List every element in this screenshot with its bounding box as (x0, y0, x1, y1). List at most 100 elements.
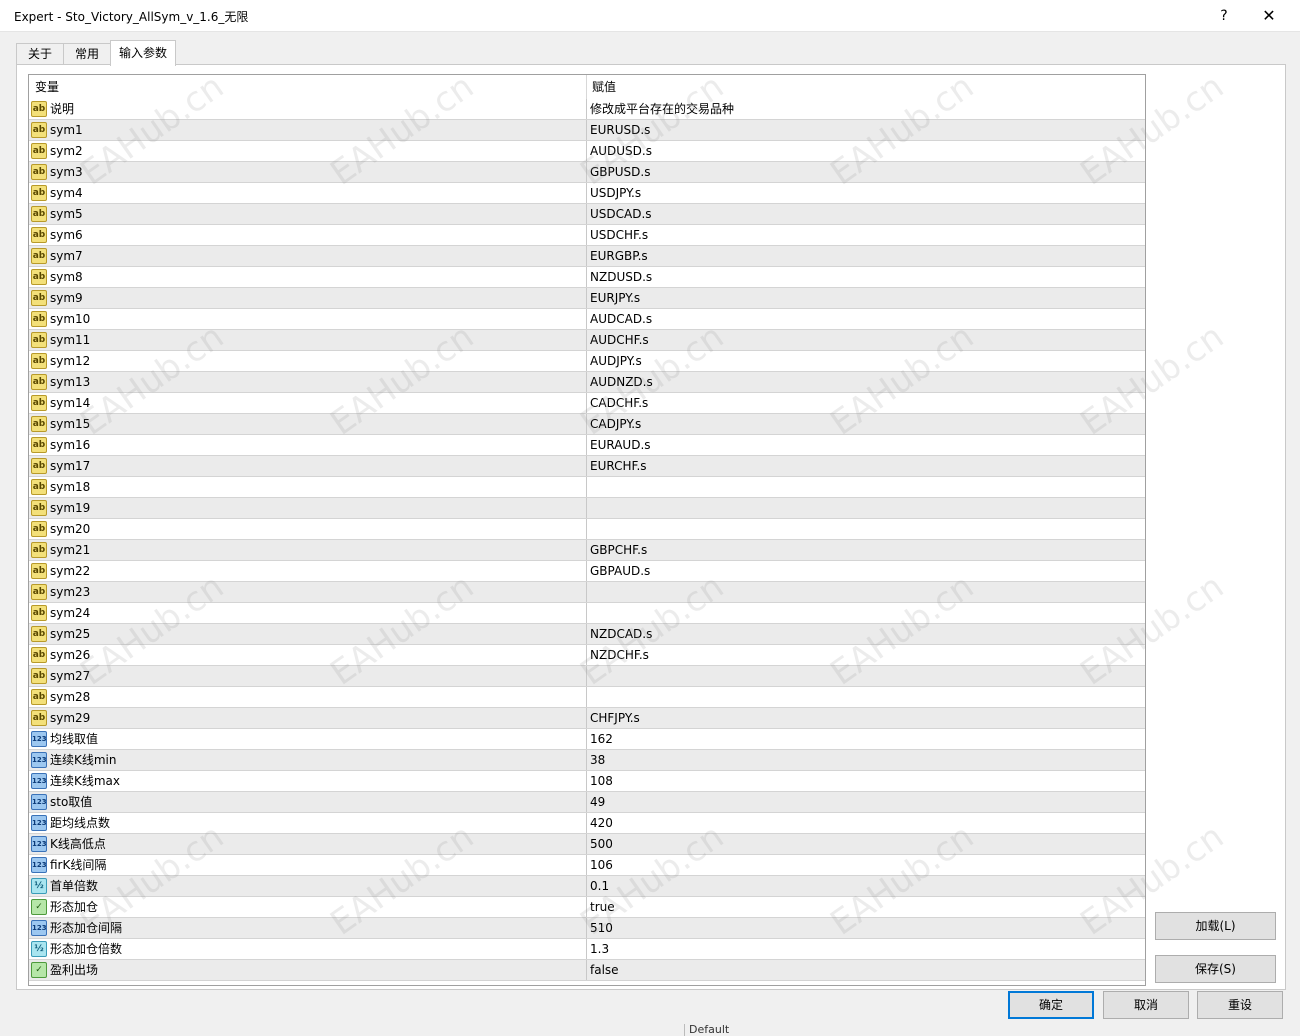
param-row[interactable]: ab sym18 (29, 477, 1145, 498)
param-row[interactable]: ab sym23 (29, 582, 1145, 603)
param-row[interactable]: ✓ 盈利出场 false (29, 960, 1145, 981)
param-name: sym23 (50, 585, 91, 599)
param-row[interactable]: ab sym19 (29, 498, 1145, 519)
close-button[interactable]: ✕ (1254, 4, 1284, 28)
ok-button[interactable]: 确定 (1008, 991, 1094, 1019)
cell-divider (586, 708, 587, 728)
param-row[interactable]: 123 firK线间隔 106 (29, 855, 1145, 876)
tab-about[interactable]: 关于 (16, 43, 64, 65)
param-value[interactable]: AUDJPY.s (590, 351, 642, 371)
tab-inputs[interactable]: 输入参数 (110, 40, 176, 66)
param-row[interactable]: ab sym26 NZDCHF.s (29, 645, 1145, 666)
param-row[interactable]: ½ 形态加仓倍数 1.3 (29, 939, 1145, 960)
param-row[interactable]: ab sym12 AUDJPY.s (29, 351, 1145, 372)
param-row[interactable]: ½ 首单倍数 0.1 (29, 876, 1145, 897)
param-row[interactable]: 123 距均线点数 420 (29, 813, 1145, 834)
param-row[interactable]: ab sym8 NZDUSD.s (29, 267, 1145, 288)
param-name: 形态加仓倍数 (50, 942, 123, 956)
param-value[interactable]: EURGBP.s (590, 246, 648, 266)
param-row[interactable]: 123 形态加仓间隔 510 (29, 918, 1145, 939)
param-value[interactable]: GBPUSD.s (590, 162, 650, 182)
param-value[interactable]: GBPAUD.s (590, 561, 650, 581)
param-row[interactable]: ab sym11 AUDCHF.s (29, 330, 1145, 351)
integer-param-icon: 123 (31, 731, 47, 747)
param-value[interactable]: CADCHF.s (590, 393, 648, 413)
reset-button[interactable]: 重设 (1197, 991, 1283, 1019)
param-value[interactable]: 1.3 (590, 939, 609, 959)
column-header-value[interactable]: 赋值 (592, 75, 616, 99)
param-row[interactable]: 123 K线高低点 500 (29, 834, 1145, 855)
param-row[interactable]: ab sym28 (29, 687, 1145, 708)
param-name: sym21 (50, 543, 91, 557)
param-row[interactable]: ab sym6 USDCHF.s (29, 225, 1145, 246)
param-value[interactable]: 108 (590, 771, 613, 791)
param-row[interactable]: ab sym1 EURUSD.s (29, 120, 1145, 141)
param-row[interactable]: ab sym14 CADCHF.s (29, 393, 1145, 414)
param-row[interactable]: 123 均线取值 162 (29, 729, 1145, 750)
param-value[interactable]: 49 (590, 792, 605, 812)
param-value[interactable]: NZDCHF.s (590, 645, 649, 665)
param-name: sym3 (50, 165, 83, 179)
param-value[interactable]: NZDUSD.s (590, 267, 652, 287)
param-row[interactable]: ab sym10 AUDCAD.s (29, 309, 1145, 330)
param-row[interactable]: ab sym17 EURCHF.s (29, 456, 1145, 477)
param-value[interactable]: EURJPY.s (590, 288, 640, 308)
param-value[interactable]: EURUSD.s (590, 120, 650, 140)
param-row[interactable]: ab sym9 EURJPY.s (29, 288, 1145, 309)
cancel-button[interactable]: 取消 (1103, 991, 1189, 1019)
param-value[interactable]: 106 (590, 855, 613, 875)
param-value[interactable]: AUDNZD.s (590, 372, 653, 392)
param-row[interactable]: ab sym7 EURGBP.s (29, 246, 1145, 267)
cell-divider (586, 267, 587, 287)
param-row[interactable]: ab sym16 EURAUD.s (29, 435, 1145, 456)
param-value[interactable]: 510 (590, 918, 613, 938)
param-row[interactable]: ab sym5 USDCAD.s (29, 204, 1145, 225)
param-value[interactable]: USDCHF.s (590, 225, 648, 245)
window-title: Expert - Sto_Victory_AllSym_v_1.6_无限 (14, 10, 249, 24)
param-row[interactable]: ab sym4 USDJPY.s (29, 183, 1145, 204)
param-value[interactable]: false (590, 960, 619, 980)
save-button[interactable]: 保存(S) (1155, 955, 1276, 983)
param-value[interactable]: USDCAD.s (590, 204, 652, 224)
grid-header: 变量 赋值 (29, 75, 1145, 99)
help-button[interactable]: ? (1212, 5, 1236, 27)
param-row[interactable]: ab sym20 (29, 519, 1145, 540)
param-row[interactable]: ab sym13 AUDNZD.s (29, 372, 1145, 393)
param-value[interactable]: 38 (590, 750, 605, 770)
param-row[interactable]: ab sym25 NZDCAD.s (29, 624, 1145, 645)
param-value[interactable]: 420 (590, 813, 613, 833)
param-value[interactable]: CADJPY.s (590, 414, 641, 434)
param-row[interactable]: ab sym29 CHFJPY.s (29, 708, 1145, 729)
column-divider[interactable] (586, 75, 587, 99)
param-row[interactable]: ab sym27 (29, 666, 1145, 687)
tab-common[interactable]: 常用 (63, 43, 111, 65)
param-row[interactable]: ab sym2 AUDUSD.s (29, 141, 1145, 162)
param-row[interactable]: 123 连续K线max 108 (29, 771, 1145, 792)
param-value[interactable]: CHFJPY.s (590, 708, 640, 728)
param-row[interactable]: ab 说明 修改成平台存在的交易品种 (29, 99, 1145, 120)
param-row[interactable]: 123 sto取值 49 (29, 792, 1145, 813)
param-value[interactable]: 162 (590, 729, 613, 749)
param-value[interactable]: EURCHF.s (590, 456, 647, 476)
load-button[interactable]: 加载(L) (1155, 912, 1276, 940)
param-value[interactable]: 修改成平台存在的交易品种 (590, 99, 734, 119)
param-value[interactable]: AUDUSD.s (590, 141, 652, 161)
param-value[interactable]: true (590, 897, 615, 917)
param-row[interactable]: ab sym3 GBPUSD.s (29, 162, 1145, 183)
param-value[interactable]: EURAUD.s (590, 435, 651, 455)
param-value[interactable]: USDJPY.s (590, 183, 641, 203)
double-param-icon: ½ (31, 878, 47, 894)
param-row[interactable]: 123 连续K线min 38 (29, 750, 1145, 771)
param-row[interactable]: ✓ 形态加仓 true (29, 897, 1145, 918)
param-value[interactable]: NZDCAD.s (590, 624, 652, 644)
param-value[interactable]: AUDCHF.s (590, 330, 649, 350)
param-row[interactable]: ab sym15 CADJPY.s (29, 414, 1145, 435)
param-value[interactable]: 0.1 (590, 876, 609, 896)
param-row[interactable]: ab sym21 GBPCHF.s (29, 540, 1145, 561)
param-row[interactable]: ab sym22 GBPAUD.s (29, 561, 1145, 582)
param-value[interactable]: 500 (590, 834, 613, 854)
param-value[interactable]: AUDCAD.s (590, 309, 652, 329)
column-header-variable[interactable]: 变量 (35, 75, 59, 99)
param-row[interactable]: ab sym24 (29, 603, 1145, 624)
param-value[interactable]: GBPCHF.s (590, 540, 647, 560)
